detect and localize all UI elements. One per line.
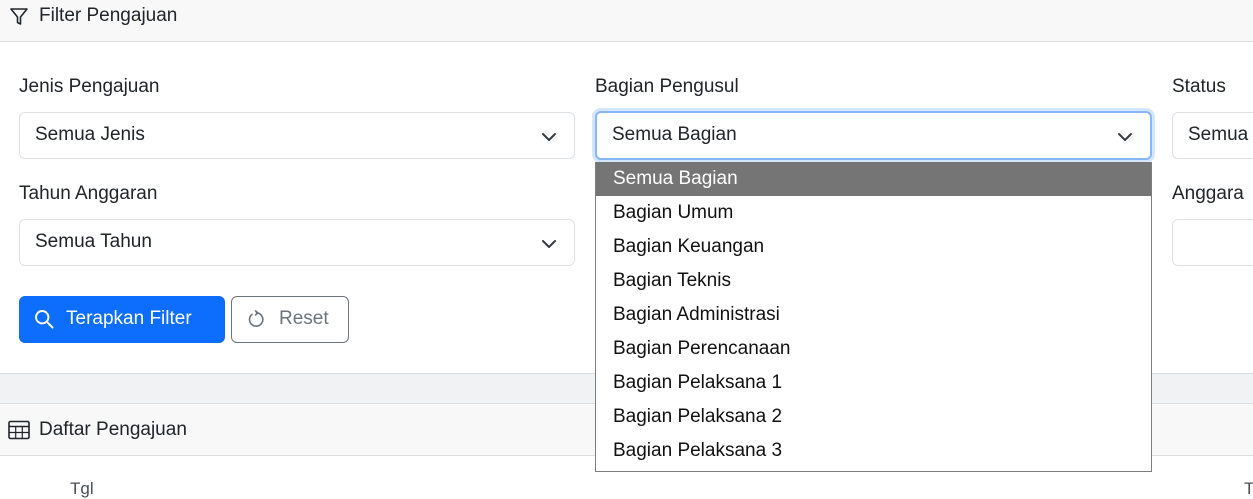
table-icon [8,420,30,440]
dropdown-option-bagian-umum[interactable]: Bagian Umum [596,196,1151,230]
dropdown-option-semua-bagian[interactable]: Semua Bagian [596,162,1151,196]
dropdown-option-bagian-teknis[interactable]: Bagian Teknis [596,264,1151,298]
filter-card-title: Filter Pengajuan [39,5,178,26]
tahun-anggaran-select[interactable]: Semua Tahun [19,219,575,266]
chevron-down-icon [542,240,556,248]
chevron-down-icon [542,133,556,141]
reset-label: Reset [279,308,329,329]
apply-filter-label: Terapkan Filter [66,308,192,329]
status-select[interactable]: Semua [1172,112,1253,159]
dropdown-option-bagian-pelaksana-2[interactable]: Bagian Pelaksana 2 [596,400,1151,434]
jenis-pengajuan-value: Semua Jenis [35,124,145,145]
apply-filter-button[interactable]: Terapkan Filter [19,296,225,343]
filter-card-header: Filter Pengajuan [0,0,1253,42]
status-label: Status [1172,76,1226,97]
rotate-icon [248,310,264,327]
bagian-pengusul-dropdown: Semua Bagian Bagian Umum Bagian Keuangan… [595,162,1152,472]
jenis-pengajuan-select[interactable]: Semua Jenis [19,112,575,159]
funnel-icon [10,8,28,25]
bagian-pengusul-label: Bagian Pengusul [595,76,739,97]
dropdown-option-bagian-pelaksana-3[interactable]: Bagian Pelaksana 3 [596,434,1151,468]
anggaran-input[interactable] [1172,219,1253,266]
status-value: Semua [1188,124,1249,145]
chevron-down-icon [1118,133,1132,141]
column-header-tgl[interactable]: Tgl [70,479,94,499]
dropdown-option-bagian-perencanaan[interactable]: Bagian Perencanaan [596,332,1151,366]
search-icon [35,310,54,329]
reset-button[interactable]: Reset [231,296,349,343]
dropdown-option-bagian-keuangan[interactable]: Bagian Keuangan [596,230,1151,264]
tahun-anggaran-label: Tahun Anggaran [19,183,158,204]
column-header-t[interactable]: T [1244,479,1253,499]
tahun-anggaran-value: Semua Tahun [35,231,152,252]
dropdown-option-bagian-pelaksana-1[interactable]: Bagian Pelaksana 1 [596,366,1151,400]
list-card-title: Daftar Pengajuan [39,419,187,440]
bagian-pengusul-value: Semua Bagian [612,124,737,145]
anggaran-label: Anggara [1172,183,1244,204]
dropdown-option-bagian-administrasi[interactable]: Bagian Administrasi [596,298,1151,332]
bagian-pengusul-select[interactable]: Semua Bagian [595,111,1152,160]
jenis-pengajuan-label: Jenis Pengajuan [19,76,160,97]
